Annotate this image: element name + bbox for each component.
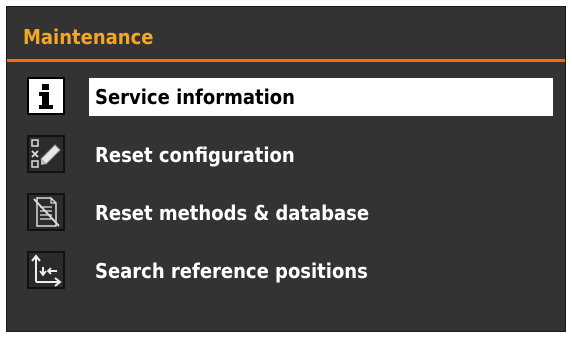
menu-item-label: Reset methods & database	[95, 201, 370, 225]
reset-config-icon	[27, 135, 65, 173]
title-bar: Maintenance	[7, 7, 565, 62]
search-reference-icon	[27, 251, 65, 289]
menu-item-service-information[interactable]: Service information	[7, 71, 565, 121]
menu-item-label: Reset configuration	[95, 143, 295, 167]
title-divider	[7, 59, 565, 62]
menu-item-label: Service information	[89, 78, 553, 116]
menu-item-reset-configuration[interactable]: Reset configuration	[7, 129, 565, 179]
menu-item-reset-methods-database[interactable]: Reset methods & database	[7, 187, 565, 237]
menu-item-label: Search reference positions	[95, 259, 368, 283]
menu-item-search-reference-positions[interactable]: Search reference positions	[7, 245, 565, 295]
page-title: Maintenance	[23, 25, 154, 49]
maintenance-screen: Maintenance Service information Reset co…	[6, 6, 566, 332]
info-icon	[27, 77, 65, 115]
reset-methods-icon	[27, 193, 65, 231]
